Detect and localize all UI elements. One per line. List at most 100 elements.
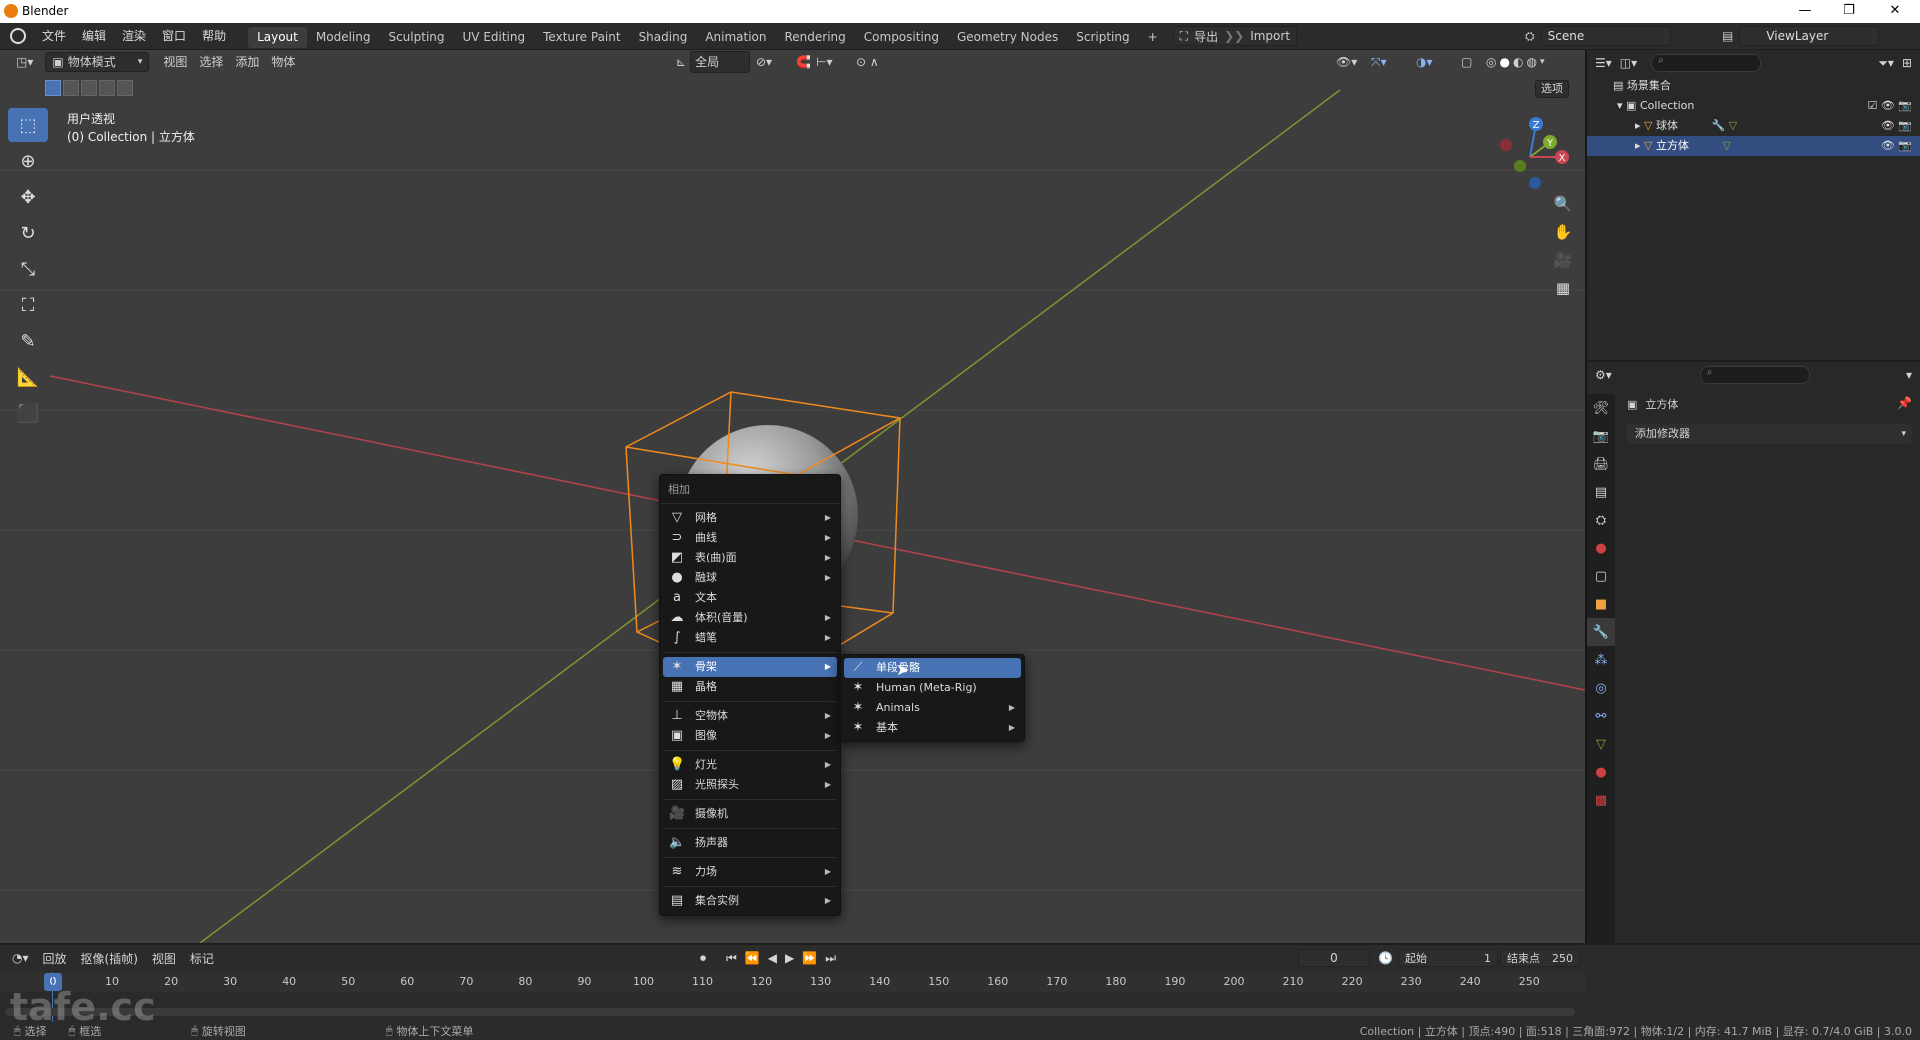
menu-timeline-view[interactable]: 视图 <box>152 950 176 967</box>
blender-menu-icon[interactable] <box>10 28 26 44</box>
timeline-body[interactable] <box>0 972 1585 1022</box>
camera-view-icon[interactable]: 🎥 <box>1549 246 1577 274</box>
menu-render[interactable]: 渲染 <box>114 23 154 50</box>
prev-keyframe-icon[interactable]: ⏪ <box>745 951 760 965</box>
outliner-search-input[interactable]: ⌕ <box>1651 54 1762 72</box>
shading-modes[interactable]: ◎ ● ◐ ◍ ▾ <box>1480 52 1550 72</box>
tab-scripting[interactable]: Scripting <box>1067 27 1138 48</box>
tool-tab-icon[interactable]: 🛠 <box>1587 394 1615 422</box>
export-button[interactable]: 导出 <box>1194 28 1218 45</box>
import-button[interactable]: Import <box>1250 29 1290 43</box>
add-cube-tool-icon[interactable]: ⬛ <box>8 396 48 430</box>
viewlayer-name[interactable]: ViewLayer <box>1739 26 1880 46</box>
eye-icon[interactable]: 👁 <box>1881 119 1895 132</box>
wireframe-shading-icon[interactable]: ◎ <box>1486 52 1496 72</box>
overlay-toggle-icon[interactable]: ◑▾ <box>1410 52 1439 72</box>
properties-editor-icon[interactable]: ⚙▾ <box>1595 368 1612 382</box>
view-layer-tab-icon[interactable]: ▤ <box>1587 478 1615 506</box>
annotate-tool-icon[interactable]: ✎ <box>8 324 48 358</box>
menu-item-force-field[interactable]: ≋ 力场 ▶ <box>663 862 837 882</box>
tab-modeling[interactable]: Modeling <box>307 27 380 48</box>
menu-item-image[interactable]: ▣ 图像 ▶ <box>663 726 837 746</box>
snap-target-icon[interactable]: ⊢▾ <box>810 52 838 72</box>
submenu-item-basic[interactable]: ✶ 基本 ▶ <box>844 718 1021 738</box>
scale-tool-icon[interactable]: ⤡ <box>8 252 48 286</box>
tab-compositing[interactable]: Compositing <box>855 27 948 48</box>
move-tool-icon[interactable]: ✥ <box>8 180 48 214</box>
close-icon[interactable]: ✕ <box>1886 2 1904 20</box>
select-intersect-icon[interactable] <box>117 80 133 96</box>
visibility-icon[interactable]: 👁▾ <box>1330 52 1363 72</box>
modifier-tab-icon[interactable]: 🔧 <box>1587 618 1615 646</box>
properties-search-input[interactable]: ⌕ <box>1699 366 1810 384</box>
rendered-shading-icon[interactable]: ◍ <box>1526 52 1536 72</box>
menu-item-curve[interactable]: ⊃ 曲线 ▶ <box>663 528 837 548</box>
menu-item-speaker[interactable]: 🔈 扬声器 <box>663 833 837 853</box>
menu-item-light[interactable]: 💡 灯光 ▶ <box>663 755 837 775</box>
menu-item-empty[interactable]: ⊥ 空物体 ▶ <box>663 706 837 726</box>
select-invert-icon[interactable] <box>99 80 115 96</box>
tab-animation[interactable]: Animation <box>696 27 775 48</box>
tab-rendering[interactable]: Rendering <box>776 27 855 48</box>
timeline-scrollbar[interactable] <box>5 1008 1575 1016</box>
tab-shading[interactable]: Shading <box>630 27 697 48</box>
select-new-icon[interactable] <box>45 80 61 96</box>
select-subtract-icon[interactable] <box>81 80 97 96</box>
zoom-icon[interactable]: 🔍 <box>1549 190 1577 218</box>
tab-sculpting[interactable]: Sculpting <box>379 27 453 48</box>
pivot-icon[interactable]: ⊘▾ <box>750 52 778 72</box>
xray-icon[interactable]: ▢ <box>1455 52 1478 72</box>
menu-item-mesh[interactable]: ▽ 网格 ▶ <box>663 508 837 528</box>
menu-item-lattice[interactable]: ▦ 晶格 <box>663 677 837 697</box>
scene-name[interactable]: Scene <box>1540 26 1671 46</box>
menu-playback[interactable]: 回放 <box>43 950 67 967</box>
end-frame-field[interactable]: 结束点 250 <box>1500 949 1580 967</box>
pan-hand-icon[interactable]: ✋ <box>1549 218 1577 246</box>
restore-icon[interactable]: ❐ <box>1840 2 1858 20</box>
play-reverse-icon[interactable]: ◀ <box>768 951 777 965</box>
checkbox-icon[interactable]: ☑ <box>1867 99 1877 112</box>
menu-add[interactable]: 添加 <box>229 52 265 72</box>
material-tab-icon[interactable]: ● <box>1587 758 1615 786</box>
menu-edit[interactable]: 编辑 <box>74 23 114 50</box>
options-dropdown[interactable]: 选项 <box>1535 80 1569 98</box>
filter-icon[interactable]: ⏷▾ <box>1878 56 1894 71</box>
menu-window[interactable]: 窗口 <box>154 23 194 50</box>
menu-item-volume[interactable]: ☁ 体积(音量) ▶ <box>663 608 837 628</box>
ortho-grid-icon[interactable]: ▦ <box>1549 274 1577 302</box>
solid-shading-icon[interactable]: ● <box>1499 52 1509 72</box>
jump-end-icon[interactable]: ⏭ <box>825 951 836 966</box>
eye-icon[interactable]: 👁 <box>1881 139 1895 152</box>
proportional-edit-icon[interactable]: ⊙ ∧ <box>850 52 885 72</box>
start-frame-field[interactable]: 起始 1 <box>1398 949 1498 967</box>
viewlayer-selector[interactable]: ▤ ViewLayer <box>1722 26 1880 46</box>
menu-select[interactable]: 选择 <box>193 52 229 72</box>
collection-tab-icon[interactable]: ▢ <box>1587 562 1615 590</box>
expand-arrow-icon[interactable]: ▸ <box>1635 119 1641 132</box>
display-mode-icon[interactable]: ◫▾ <box>1620 56 1637 70</box>
object-tab-icon[interactable]: ■ <box>1587 590 1615 618</box>
outliner-editor-icon[interactable]: ☰▾ <box>1595 56 1612 70</box>
cursor-tool-icon[interactable]: ⊕ <box>8 144 48 178</box>
rotate-tool-icon[interactable]: ↻ <box>8 216 48 250</box>
menu-item-text[interactable]: a 文本 <box>663 588 837 608</box>
outliner-scene-collection[interactable]: ▤ 场景集合 <box>1587 76 1920 96</box>
submenu-item-human-metarig[interactable]: ✶ Human (Meta-Rig) <box>844 678 1021 698</box>
neg-z-icon[interactable] <box>1529 177 1541 189</box>
world-tab-icon[interactable]: ● <box>1587 534 1615 562</box>
outliner-object-sphere[interactable]: ▸ ▽ 球体 🔧 ▽ 👁 📷 <box>1587 116 1920 136</box>
neg-x-icon[interactable] <box>1500 139 1512 151</box>
menu-item-light-probe[interactable]: ▨ 光照探头 ▶ <box>663 775 837 795</box>
outliner-object-cube[interactable]: ▸ ▽ 立方体 ▽ 👁 📷 <box>1587 136 1920 156</box>
menu-keying[interactable]: 抠像(插帧) <box>81 950 138 967</box>
particles-tab-icon[interactable]: ⁂ <box>1587 646 1615 674</box>
tab-uv-editing[interactable]: UV Editing <box>454 27 535 48</box>
scene-selector[interactable]: ⛭ Scene <box>1525 26 1671 46</box>
tab-texture-paint[interactable]: Texture Paint <box>534 27 629 48</box>
clock-icon[interactable]: 🕓 <box>1378 951 1393 965</box>
next-keyframe-icon[interactable]: ⏩ <box>802 951 817 965</box>
menu-item-armature[interactable]: ✶ 骨架 ▶ <box>663 657 837 677</box>
menu-item-metaball[interactable]: ● 融球 ▶ <box>663 568 837 588</box>
gizmo-toggle-icon[interactable]: ⤧▾ <box>1365 52 1393 72</box>
texture-tab-icon[interactable]: ▩ <box>1587 786 1615 814</box>
